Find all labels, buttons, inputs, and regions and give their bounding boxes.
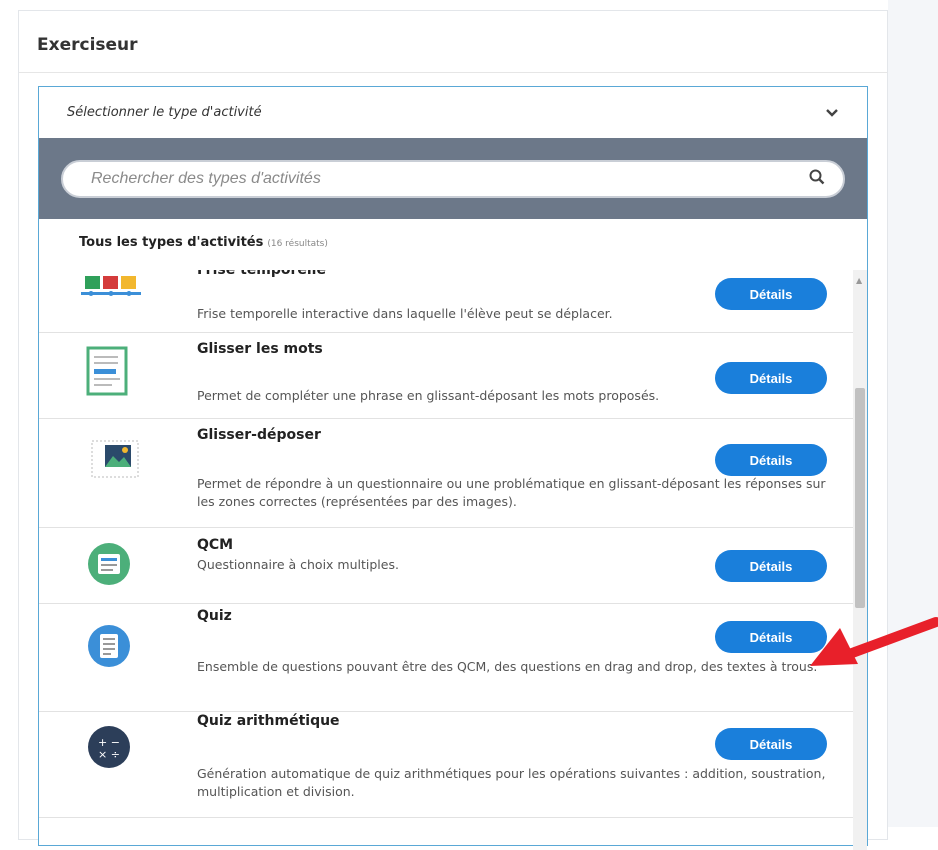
dropdown-header[interactable]: Sélectionner le type d'activité — [39, 87, 867, 138]
timeline-icon — [81, 276, 141, 306]
list-item[interactable]: + − × ÷ Quiz arithmétique Détails Généra… — [39, 712, 853, 818]
activity-list: Frise temporelle Détails Frise temporell… — [39, 270, 867, 850]
svg-text:× ÷: × ÷ — [98, 748, 120, 761]
search-box — [61, 159, 845, 198]
results-count: (16 résultats) — [267, 239, 328, 249]
quiz-icon — [87, 624, 131, 672]
search-icon[interactable] — [809, 169, 825, 189]
panel-title: Exerciseur — [37, 35, 138, 55]
results-header: Tous les types d'activités (16 résultats) — [79, 235, 328, 250]
document-icon — [84, 346, 130, 400]
item-name: Quiz arithmétique — [197, 713, 340, 729]
list-item[interactable]: Frise temporelle Détails Frise temporell… — [39, 270, 853, 333]
item-description: Permet de compléter une phrase en glissa… — [197, 388, 660, 403]
item-description: Permet de répondre à un questionnaire ou… — [197, 476, 826, 509]
item-description: Ensemble de questions pouvant être des Q… — [197, 659, 818, 674]
activity-type-dropdown: Sélectionner le type d'activité Tous les… — [38, 86, 868, 850]
multiple-choice-icon — [87, 542, 131, 590]
background-right — [888, 0, 938, 827]
search-bar-area — [39, 138, 867, 219]
list-item[interactable]: Glisser les mots Détails Permet de compl… — [39, 333, 853, 419]
arithmetic-icon: + − × ÷ — [87, 725, 131, 773]
search-input[interactable] — [89, 168, 809, 189]
list-scrollbar[interactable]: ▲ — [853, 270, 867, 850]
list-item[interactable]: Glisser-déposer Détails Permet de répond… — [39, 419, 853, 528]
item-name: Quiz — [197, 608, 232, 624]
item-name: Frise temporelle — [197, 270, 326, 278]
item-name: Glisser-déposer — [197, 427, 321, 443]
details-button[interactable]: Détails — [715, 444, 827, 476]
red-arrow-annotation — [800, 600, 938, 684]
scroll-up-icon[interactable]: ▲ — [856, 276, 862, 285]
list-item[interactable]: Quiz Détails Ensemble de questions pouva… — [39, 604, 853, 712]
item-name: Glisser les mots — [197, 341, 323, 357]
panel-divider — [19, 72, 887, 73]
scrollbar-thumb[interactable] — [855, 388, 865, 608]
results-label: Tous les types d'activités — [79, 235, 264, 250]
list-item[interactable]: QCM Détails Questionnaire à choix multip… — [39, 528, 853, 604]
chevron-down-icon[interactable] — [825, 106, 839, 120]
item-description: Questionnaire à choix multiples. — [197, 557, 399, 572]
image-drop-icon — [91, 437, 141, 485]
dropdown-label: Sélectionner le type d'activité — [67, 105, 262, 120]
item-name: QCM — [197, 537, 234, 553]
item-description: Génération automatique de quiz arithméti… — [197, 766, 826, 799]
item-description: Frise temporelle interactive dans laquel… — [197, 306, 613, 321]
details-button[interactable]: Détails — [715, 728, 827, 760]
details-button[interactable]: Détails — [715, 550, 827, 582]
